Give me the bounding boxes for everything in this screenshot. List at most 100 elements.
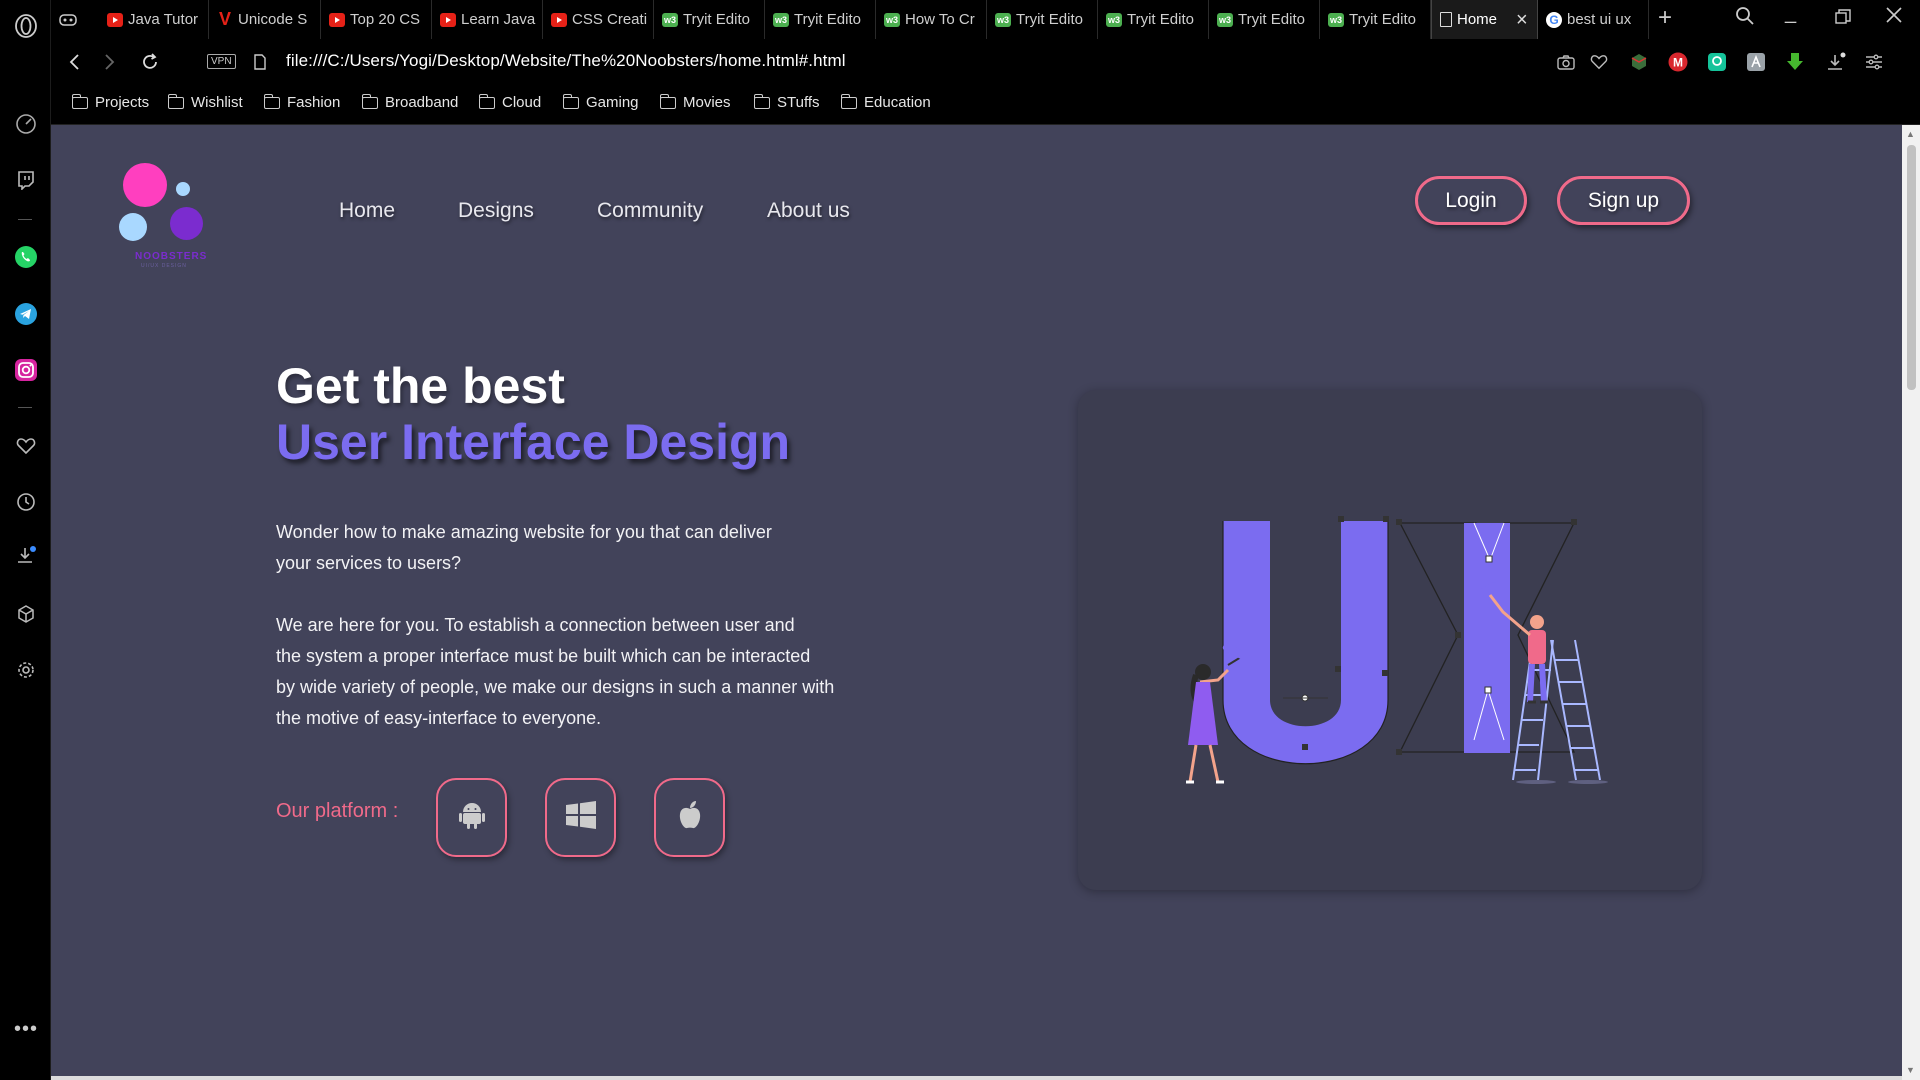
bookmark-folder-fashion[interactable]: Fashion: [263, 93, 340, 111]
tab-title: Tryit Edito: [794, 11, 861, 28]
tab-title: best ui ux: [1567, 11, 1632, 28]
tab-active[interactable]: Home ×: [1431, 0, 1538, 39]
download-manager-icon[interactable]: [1784, 51, 1806, 73]
scroll-up-arrow-icon[interactable]: ▲: [1906, 129, 1915, 139]
svg-text:M: M: [1673, 56, 1683, 70]
tab-overview-icon[interactable]: [51, 0, 91, 39]
logo-dot-pink: [123, 163, 167, 207]
page-info-icon[interactable]: [247, 49, 273, 75]
bookmark-folder-movies[interactable]: Movies: [659, 93, 731, 111]
paragraph-line: by wide variety of people, we make our d…: [276, 677, 835, 697]
grammar-extension-icon[interactable]: [1706, 51, 1728, 73]
vertical-scrollbar[interactable]: ▲ ▼: [1902, 125, 1920, 1080]
tab[interactable]: Top 20 CS: [321, 0, 432, 39]
tab-title: How To Cr: [905, 11, 975, 28]
close-tab-icon[interactable]: ×: [1516, 10, 1528, 30]
bookmark-label: Cloud: [502, 94, 542, 111]
downloads-icon[interactable]: [1825, 51, 1847, 73]
forward-arrow-icon[interactable]: [97, 49, 123, 75]
tab[interactable]: w3 Tryit Edito: [654, 0, 765, 39]
translate-extension-icon[interactable]: [1745, 51, 1767, 73]
tab-title: Java Tutor: [128, 11, 199, 28]
scrollbar-thumb[interactable]: [1907, 145, 1916, 390]
more-options-icon[interactable]: •••: [13, 1016, 39, 1042]
login-button[interactable]: Login: [1415, 176, 1527, 225]
youtube-icon: [329, 12, 345, 27]
tab[interactable]: w3 Tryit Edito: [1320, 0, 1431, 39]
tab[interactable]: Gbest ui ux: [1538, 0, 1649, 39]
tab[interactable]: w3 Tryit Edito: [1098, 0, 1209, 39]
w3schools-icon: w3: [773, 12, 789, 27]
hero-paragraph-1: Wonder how to make amazing website for y…: [276, 517, 876, 579]
twitch-icon[interactable]: [13, 167, 39, 193]
site-logo[interactable]: NOOBSTERS UI/UX DESIGN: [119, 163, 213, 273]
vector-handle: [1383, 516, 1389, 522]
bookmark-folder-projects[interactable]: Projects: [71, 93, 149, 111]
logo-subtext: UI/UX DESIGN: [141, 263, 187, 269]
bookmark-heart-icon[interactable]: [1588, 51, 1610, 73]
search-tabs-icon[interactable]: [1735, 6, 1755, 32]
tab-title: Unicode S: [238, 11, 308, 28]
heart-icon[interactable]: [13, 433, 39, 459]
windows-icon: [565, 801, 596, 834]
w3schools-icon: w3: [995, 12, 1011, 27]
whatsapp-icon[interactable]: [13, 244, 39, 270]
android-platform-button[interactable]: [436, 778, 507, 857]
bookmark-folder-cloud[interactable]: Cloud: [478, 93, 542, 111]
history-clock-icon[interactable]: [13, 489, 39, 515]
back-arrow-icon[interactable]: [61, 49, 87, 75]
bookmark-folder-gaming[interactable]: Gaming: [562, 93, 639, 111]
folder-icon: [753, 93, 770, 109]
url-field[interactable]: file:///C:/Users/Yogi/Desktop/Website/Th…: [286, 51, 846, 71]
apple-platform-button[interactable]: [654, 778, 725, 857]
close-window-icon[interactable]: [1885, 6, 1903, 30]
vpn-badge[interactable]: VPN: [207, 54, 236, 69]
bookmark-folder-stuffs[interactable]: STuffs: [753, 93, 820, 111]
bookmark-folder-wishlist[interactable]: Wishlist: [167, 93, 243, 111]
nav-link-home[interactable]: Home: [339, 199, 395, 223]
downloads-icon[interactable]: [13, 543, 39, 569]
instagram-icon[interactable]: [13, 357, 39, 383]
telegram-icon[interactable]: [13, 301, 39, 327]
bookmark-label: Wishlist: [191, 94, 243, 111]
bookmark-folder-education[interactable]: Education: [840, 93, 931, 111]
tab[interactable]: V Unicode S: [209, 0, 321, 39]
tab[interactable]: w3 Tryit Edito: [1209, 0, 1320, 39]
new-tab-plus-icon[interactable]: +: [1658, 4, 1672, 32]
opera-logo-icon[interactable]: [13, 13, 39, 39]
snapshot-camera-icon[interactable]: [1555, 51, 1577, 73]
web-page: NOOBSTERS UI/UX DESIGN Home Designs Comm…: [51, 125, 1902, 1080]
folder-icon: [562, 93, 579, 109]
tab[interactable]: Java Tutor: [99, 0, 209, 39]
scroll-down-arrow-icon[interactable]: ▼: [1906, 1065, 1915, 1075]
vector-handle: [1382, 670, 1388, 676]
easy-setup-icon[interactable]: [1863, 51, 1885, 73]
signup-button[interactable]: Sign up: [1557, 176, 1690, 225]
reload-icon[interactable]: [137, 49, 163, 75]
extension-cube-icon[interactable]: [1628, 51, 1650, 73]
folder-icon: [167, 93, 184, 109]
extensions-cube-icon[interactable]: [13, 601, 39, 627]
google-icon: G: [1546, 11, 1562, 28]
paragraph-line: the motive of easy-interface to everyone…: [276, 708, 602, 728]
nav-link-about-us[interactable]: About us: [767, 199, 850, 223]
windows-platform-button[interactable]: [545, 778, 616, 857]
bookmark-folder-broadband[interactable]: Broadband: [361, 93, 458, 111]
mega-extension-icon[interactable]: M: [1667, 51, 1689, 73]
horizontal-scrollbar[interactable]: [51, 1076, 1902, 1080]
tab[interactable]: Learn Java: [432, 0, 543, 39]
tab[interactable]: w3 Tryit Edito: [765, 0, 876, 39]
hero-highlight: User Interface Design: [276, 414, 791, 470]
tab[interactable]: CSS Creati: [543, 0, 654, 39]
vector-handle: [1484, 686, 1492, 694]
nav-link-community[interactable]: Community: [597, 199, 703, 223]
minimize-icon[interactable]: _: [1785, 2, 1796, 25]
tab[interactable]: w3 How To Cr: [876, 0, 987, 39]
speed-dial-icon[interactable]: [13, 111, 39, 137]
settings-gear-icon[interactable]: [13, 657, 39, 683]
logo-text: NOOBSTERS: [135, 251, 208, 262]
nav-link-designs[interactable]: Designs: [458, 199, 534, 223]
folder-icon: [840, 93, 857, 109]
tab[interactable]: w3 Tryit Edito: [987, 0, 1098, 39]
restore-window-icon[interactable]: [1835, 8, 1851, 31]
